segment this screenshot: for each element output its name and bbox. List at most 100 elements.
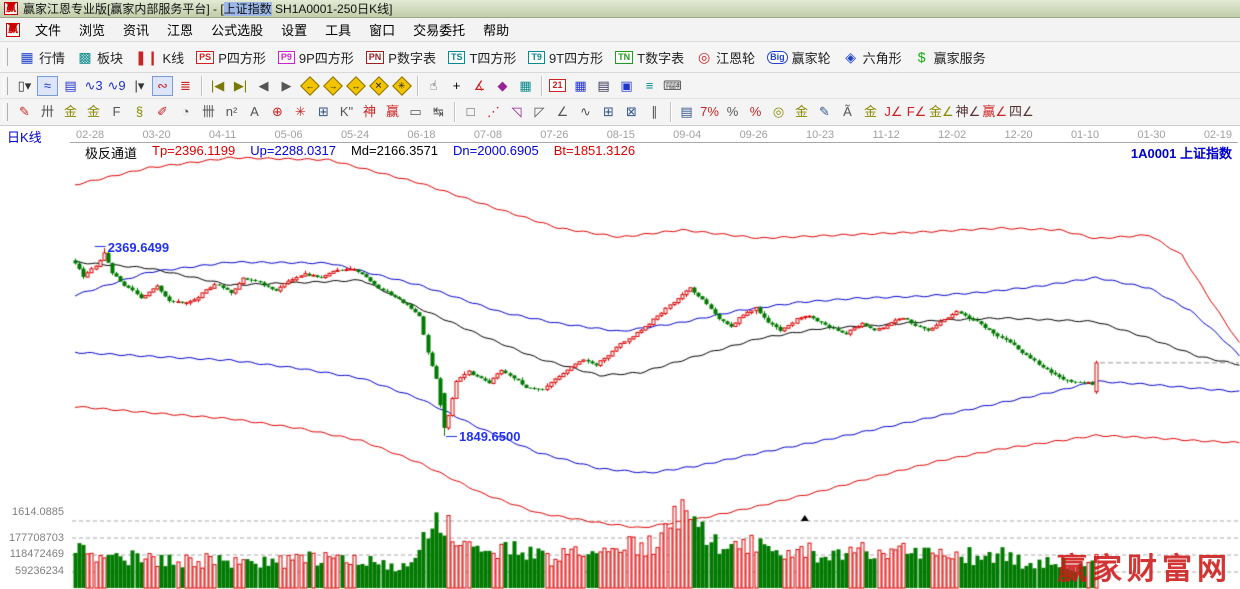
span-measure-icon[interactable]: ↹ bbox=[428, 102, 449, 122]
nav-next-icon[interactable]: ▶ bbox=[276, 76, 297, 96]
parallel-lines-icon[interactable]: ∥ bbox=[644, 102, 665, 122]
ying-tool-icon[interactable]: 赢 bbox=[382, 102, 403, 122]
channel-overlay-icon[interactable]: ≈ bbox=[37, 75, 58, 96]
gann-fan-icon[interactable]: ⋰ bbox=[483, 102, 504, 122]
toolbar-grip[interactable] bbox=[3, 76, 8, 95]
menu-item-3[interactable]: 江恩 bbox=[158, 21, 202, 40]
p9-square-button[interactable]: P9 9P四方形 bbox=[272, 46, 360, 69]
box-range-icon[interactable]: □ bbox=[460, 102, 481, 122]
winner-wheel-button[interactable]: Big 赢家轮 bbox=[761, 46, 837, 69]
notes-icon[interactable]: ▤ bbox=[593, 76, 614, 96]
k-mark-icon[interactable]: K" bbox=[336, 102, 357, 122]
gold-line-icon[interactable]: 金 bbox=[791, 102, 812, 122]
nav-first-icon[interactable]: |◀ bbox=[207, 76, 228, 96]
crosshair-tool-icon[interactable]: + bbox=[446, 76, 467, 96]
si-angle-icon[interactable]: 四∠ bbox=[1009, 102, 1034, 122]
chart-canvas[interactable] bbox=[0, 126, 1240, 589]
gann-wheel-button[interactable]: ◎ 江恩轮 bbox=[690, 46, 761, 69]
zoom-right-icon[interactable]: → bbox=[322, 75, 343, 96]
network-icon[interactable]: ≡ bbox=[639, 76, 660, 96]
menu-item-9[interactable]: 帮助 bbox=[474, 21, 518, 40]
toolbar-grip[interactable] bbox=[3, 103, 8, 121]
grid-arrow-icon[interactable]: ⊠ bbox=[621, 102, 642, 122]
fan-box-up-icon[interactable]: ◹ bbox=[506, 102, 527, 122]
kline-style-dropdown-icon[interactable]: ▯▾ bbox=[14, 76, 35, 96]
fan-box-down-icon[interactable]: ◸ bbox=[529, 102, 550, 122]
t-digit-table-button[interactable]: TN T数字表 bbox=[609, 46, 690, 69]
n-square-icon[interactable]: n² bbox=[221, 102, 242, 122]
percent-icon[interactable]: % bbox=[722, 102, 743, 122]
circle-cross-icon[interactable]: ⊕ bbox=[267, 102, 288, 122]
t-square-button[interactable]: TS T四方形 bbox=[442, 46, 522, 69]
gann-pattern-icon[interactable]: ◆ bbox=[492, 76, 513, 96]
menu-item-7[interactable]: 窗口 bbox=[360, 21, 404, 40]
brush-tool-icon[interactable]: ✐ bbox=[152, 102, 173, 122]
sectors-button[interactable]: ▩ 板块 bbox=[71, 46, 129, 69]
volume-profile-icon[interactable]: ≣ bbox=[175, 76, 196, 96]
j-angle-icon[interactable]: J∠ bbox=[883, 102, 904, 122]
hexagon-button[interactable]: ◈ 六角形 bbox=[837, 46, 908, 69]
grid-cells-icon[interactable]: ⊞ bbox=[598, 102, 619, 122]
grid-star-icon[interactable]: ⊞ bbox=[313, 102, 334, 122]
menu-item-6[interactable]: 工具 bbox=[316, 21, 360, 40]
menu-item-0[interactable]: 文件 bbox=[26, 21, 70, 40]
save-icon[interactable]: ▣ bbox=[616, 76, 637, 96]
spiral-tool-icon[interactable]: § bbox=[129, 102, 150, 122]
fib-levels-icon[interactable]: F bbox=[106, 102, 127, 122]
cycle-tool-icon[interactable]: ◔ bbox=[175, 102, 196, 122]
p-square-button[interactable]: PS P四方形 bbox=[190, 46, 272, 69]
maze-tool-icon[interactable]: ▦ bbox=[515, 76, 536, 96]
menu-item-4[interactable]: 公式选股 bbox=[202, 21, 272, 40]
menu-item-5[interactable]: 设置 bbox=[272, 21, 316, 40]
gold-angle-icon[interactable]: 金∠ bbox=[929, 102, 954, 122]
ruler-tool-icon[interactable]: ▭ bbox=[405, 102, 426, 122]
date-ruler[interactable]: 02-28 03-20 04-11 05-06 05-24 06-18 07-08 07-26… bbox=[70, 126, 1238, 143]
nav-prev-icon[interactable]: ◀ bbox=[253, 76, 274, 96]
remote-pc-icon[interactable]: ⌨ bbox=[662, 76, 683, 96]
percent-7-icon[interactable]: 7% bbox=[699, 102, 720, 122]
angle-lines-icon[interactable]: ∠ bbox=[552, 102, 573, 122]
p-digit-table-button[interactable]: PN P数字表 bbox=[360, 46, 442, 69]
quotes-button[interactable]: ▦ 行情 bbox=[13, 46, 71, 69]
nav-last-icon[interactable]: ▶| bbox=[230, 76, 251, 96]
gann-grid-icon[interactable]: 卅 bbox=[37, 102, 58, 122]
wave-3-icon[interactable]: ∿3 bbox=[83, 76, 104, 96]
zoom-left-icon[interactable]: ← bbox=[299, 75, 320, 96]
wave-9-icon[interactable]: ∿9 bbox=[106, 76, 127, 96]
winner-service-button[interactable]: $ 赢家服务 bbox=[908, 46, 992, 69]
bar-count-icon[interactable]: 卌 bbox=[198, 102, 219, 122]
percent-line-icon[interactable]: % bbox=[745, 102, 766, 122]
angle-measure-icon[interactable]: ∡ bbox=[469, 76, 490, 96]
ying-angle-icon[interactable]: 赢∠ bbox=[982, 102, 1007, 122]
toolbar-grip[interactable] bbox=[3, 48, 8, 66]
calculator-icon[interactable]: ▦ bbox=[570, 76, 591, 96]
t9-square-button[interactable]: T9 9T四方形 bbox=[522, 46, 609, 69]
gold-underline-icon[interactable]: 金 bbox=[860, 102, 881, 122]
zoom-out-icon[interactable]: ✳ bbox=[391, 75, 412, 96]
menu-item-1[interactable]: 浏览 bbox=[70, 21, 114, 40]
zoom-in-icon[interactable]: ✕ bbox=[368, 75, 389, 96]
menu-item-2[interactable]: 资讯 bbox=[114, 21, 158, 40]
golden-band-icon[interactable]: 金 bbox=[83, 102, 104, 122]
mirror-a-icon[interactable]: A bbox=[244, 102, 265, 122]
shen-tool-icon[interactable]: 神 bbox=[359, 102, 380, 122]
zigzag-icon[interactable]: ∿ bbox=[575, 102, 596, 122]
zoom-horizontal-icon[interactable]: ↔ bbox=[345, 75, 366, 96]
gann-scribe-icon[interactable]: ∾ bbox=[152, 75, 173, 96]
f-angle-icon[interactable]: F∠ bbox=[906, 102, 927, 122]
golden-section-icon[interactable]: 金 bbox=[60, 102, 81, 122]
wave-a-icon[interactable]: Ã bbox=[837, 102, 858, 122]
pen-tool-icon[interactable]: ✎ bbox=[14, 102, 35, 122]
calendar-icon[interactable]: 21 bbox=[547, 76, 568, 96]
menu-item-8[interactable]: 交易委托 bbox=[404, 21, 474, 40]
info-note-icon[interactable]: ▤ bbox=[60, 76, 81, 96]
gold-circle-icon[interactable]: ◎ bbox=[768, 102, 789, 122]
ink-line-icon[interactable]: ✎ bbox=[814, 102, 835, 122]
kline-button[interactable]: ❚❙ K线 bbox=[129, 46, 190, 69]
title-bar[interactable]: 赢 赢家江恩专业版[赢家内部服务平台] - [上证指数 SH1A0001-250… bbox=[0, 0, 1240, 18]
price-ladder-icon[interactable]: ▤ bbox=[676, 102, 697, 122]
spoke-star-icon[interactable]: ✳ bbox=[290, 102, 311, 122]
hand-tool-icon[interactable]: ☝ bbox=[423, 76, 444, 96]
shen-angle-icon[interactable]: 神∠ bbox=[956, 102, 981, 122]
candle-type-dropdown-icon[interactable]: |▾ bbox=[129, 76, 150, 96]
